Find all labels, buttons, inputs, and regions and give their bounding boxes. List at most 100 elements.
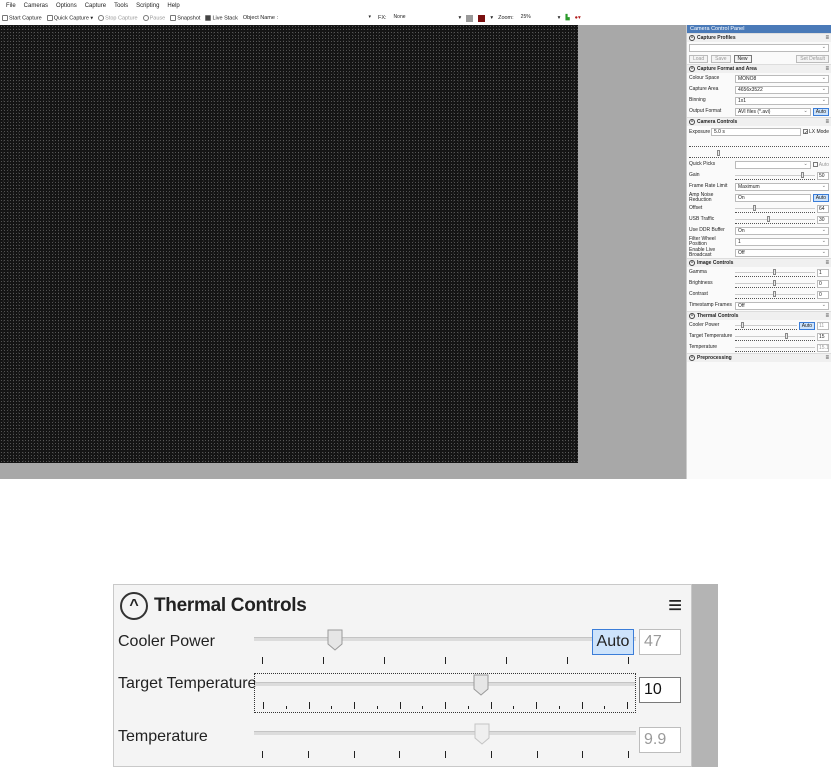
gamma-value[interactable]: 1 — [817, 268, 829, 277]
preview-background-side — [578, 25, 686, 479]
zoom-select-arrow[interactable]: ▾ — [558, 15, 561, 21]
cooler-auto-button[interactable]: Auto — [798, 321, 815, 330]
set-default-button[interactable]: Set Default — [796, 54, 829, 63]
collapse-icon[interactable]: ^ — [689, 35, 695, 41]
amp-auto-button[interactable]: Auto — [812, 193, 829, 202]
menu-icon[interactable]: ≡ — [825, 313, 829, 319]
menu-options[interactable]: Options — [56, 3, 77, 9]
object-name-input[interactable]: ▾ — [283, 14, 373, 22]
frame-rate-select[interactable]: Maximum — [735, 182, 829, 191]
camera-preview[interactable] — [0, 25, 578, 463]
snapshot-button[interactable]: Snapshot — [170, 14, 200, 21]
collapse-icon[interactable]: ^ — [689, 260, 695, 266]
section-image-controls[interactable]: ^ Image Controls ≡ — [687, 258, 831, 267]
usb-slider[interactable] — [735, 215, 815, 224]
brightness-slider[interactable] — [735, 279, 815, 288]
stop-capture-button[interactable]: Stop Capture — [98, 14, 138, 21]
start-capture-button[interactable]: Start Capture — [2, 14, 42, 21]
section-camera-controls[interactable]: ^ Camera Controls ≡ — [687, 117, 831, 126]
capture-area-select[interactable]: 4656x3522 — [735, 85, 829, 94]
capture-icon — [2, 14, 8, 21]
fx-select[interactable]: None — [392, 14, 454, 22]
contrast-value[interactable]: 0 — [817, 290, 829, 299]
cooler-power-slider[interactable] — [254, 629, 636, 669]
slider-thumb[interactable] — [473, 674, 489, 696]
target-temperature-value[interactable]: 10 — [639, 677, 681, 703]
live-stack-button[interactable]: Live Stack — [205, 14, 238, 21]
timestamp-select[interactable]: Off — [735, 301, 829, 310]
save-button[interactable]: Save — [711, 54, 731, 63]
menu-tools[interactable]: Tools — [114, 3, 128, 9]
zoom-dropdown-icon[interactable]: ▾ — [490, 15, 493, 21]
hamburger-menu-icon[interactable]: ≡ — [668, 594, 682, 618]
menu-help[interactable]: Help — [167, 3, 179, 9]
menu-icon[interactable]: ≡ — [825, 355, 829, 361]
binning-select[interactable]: 1x1 — [735, 96, 829, 105]
section-capture-profiles[interactable]: ^ Capture Profiles ≡ — [687, 33, 831, 42]
collapse-icon[interactable]: ^ — [689, 313, 695, 319]
fx-dropdown-icon[interactable]: ▾ — [459, 15, 462, 21]
gain-row: Gain 50 — [687, 170, 831, 181]
filter-select[interactable]: 1 — [735, 237, 829, 246]
ddr-select[interactable]: On — [735, 226, 829, 235]
menu-file[interactable]: File — [6, 3, 16, 9]
exposure-row: Exposure 5.0 s ✓LX Mode — [689, 127, 829, 136]
colour-space-select[interactable]: MONO8 — [735, 74, 829, 83]
exposure-input[interactable]: 5.0 s — [711, 127, 801, 136]
zoom-label: Zoom: — [498, 15, 514, 21]
amp-noise-select[interactable]: On — [735, 193, 811, 202]
menu-icon[interactable]: ≡ — [825, 35, 829, 41]
section-thermal-controls[interactable]: ^ Thermal Controls ≡ — [687, 311, 831, 320]
menu-scripting[interactable]: Scripting — [136, 3, 159, 9]
usb-value[interactable]: 30 — [817, 215, 829, 224]
collapse-icon[interactable]: ^ — [689, 355, 695, 361]
magnify-icon[interactable]: ●▾ — [575, 15, 581, 21]
cooler-power-slider[interactable] — [735, 321, 797, 330]
offset-slider[interactable] — [735, 204, 815, 213]
contrast-slider[interactable] — [735, 290, 815, 299]
target-temperature-slider[interactable] — [254, 673, 636, 713]
stop-icon — [98, 14, 105, 21]
gain-slider[interactable] — [735, 171, 815, 180]
pause-button[interactable]: Pause — [142, 14, 165, 21]
thermal-controls-header[interactable]: ^ Thermal Controls ≡ — [120, 589, 686, 623]
slider-tick — [582, 751, 584, 758]
slider-thumb[interactable] — [327, 629, 343, 651]
quick-picks-select[interactable] — [735, 160, 811, 169]
profile-select[interactable] — [689, 43, 829, 52]
exposure-fine-slider[interactable] — [689, 149, 829, 158]
quick-picks-auto-checkbox[interactable]: Auto — [812, 162, 829, 168]
gain-value[interactable]: 50 — [817, 171, 829, 180]
menu-icon[interactable]: ≡ — [825, 260, 829, 266]
brightness-value[interactable]: 0 — [817, 279, 829, 288]
cooler-auto-button[interactable]: Auto — [592, 629, 634, 655]
slider-tick — [399, 702, 401, 709]
target-temperature-slider[interactable] — [735, 332, 815, 341]
output-auto-button[interactable]: Auto — [812, 107, 829, 116]
target-temperature-value[interactable]: 15 — [817, 332, 829, 341]
collapse-icon[interactable]: ^ — [689, 66, 695, 72]
quick-capture-button[interactable]: Quick Capture ▾ — [46, 14, 93, 21]
gamma-slider[interactable] — [735, 268, 815, 277]
menu-icon[interactable]: ≡ — [825, 66, 829, 72]
collapse-icon[interactable]: ^ — [689, 119, 695, 125]
collapse-chevron-icon[interactable]: ^ — [120, 592, 148, 620]
offset-value[interactable]: 64 — [817, 204, 829, 213]
zoom-select[interactable]: 25% — [519, 14, 553, 22]
slider-tick — [567, 657, 568, 664]
menu-capture[interactable]: Capture — [85, 3, 106, 9]
menu-icon[interactable]: ≡ — [825, 119, 829, 125]
color-swatch-red[interactable] — [478, 14, 486, 22]
new-button[interactable]: New — [733, 54, 752, 63]
color-swatch-gray[interactable] — [466, 14, 474, 22]
load-button[interactable]: Load — [689, 54, 709, 63]
menu-cameras[interactable]: Cameras — [24, 3, 48, 9]
histogram-icon[interactable]: ▙ — [565, 15, 569, 21]
temperature-label: Temperature — [118, 728, 208, 745]
live-broadcast-select[interactable]: Off — [735, 248, 829, 257]
section-capture-format[interactable]: ^ Capture Format and Area ≡ — [687, 64, 831, 73]
lx-mode-checkbox[interactable]: ✓LX Mode — [802, 129, 829, 136]
section-preprocessing[interactable]: ^ Preprocessing ≡ — [687, 353, 831, 362]
exposure-slider[interactable] — [689, 139, 829, 147]
output-format-select[interactable]: AVI files (*.avi) — [735, 107, 811, 116]
